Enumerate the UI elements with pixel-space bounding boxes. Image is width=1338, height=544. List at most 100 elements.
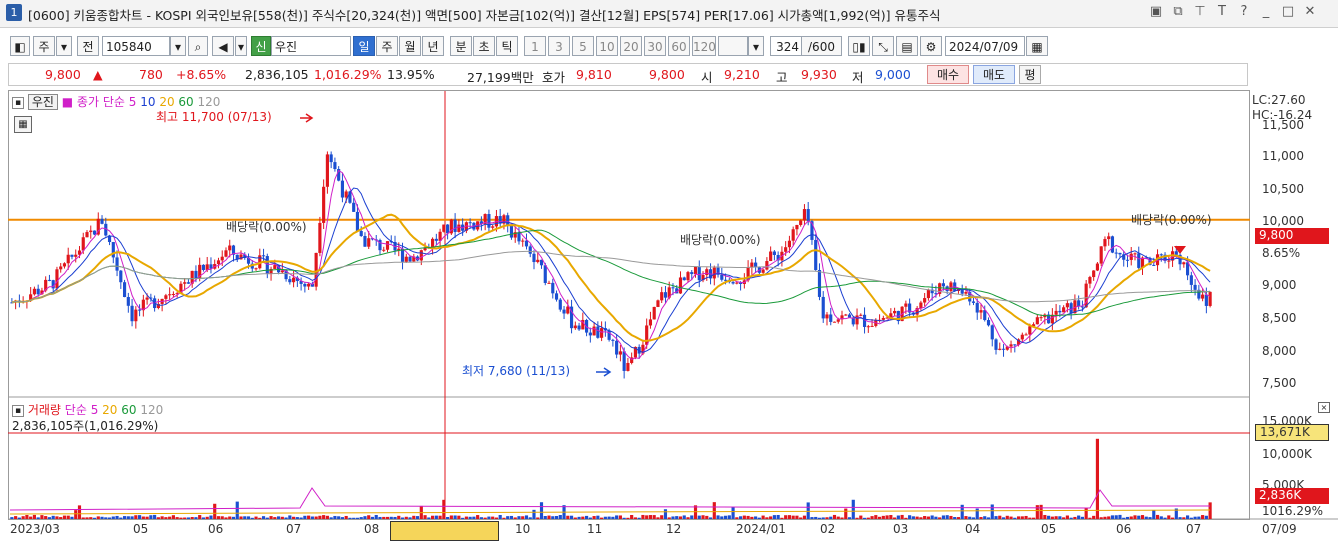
volume-bar xyxy=(1133,515,1137,519)
volume-bar xyxy=(1099,517,1103,519)
volume-bar xyxy=(352,517,356,519)
volume-collapse-icon[interactable]: ▪ xyxy=(12,404,24,417)
volume-bar xyxy=(36,517,40,519)
candle-body xyxy=(288,279,292,283)
candle-body xyxy=(517,232,521,242)
candle-body xyxy=(645,325,649,345)
volume-bar xyxy=(968,516,972,519)
chart-canvas[interactable] xyxy=(0,0,1338,544)
candle-body xyxy=(528,246,532,254)
candle-body xyxy=(164,295,168,299)
volume-bar xyxy=(600,517,604,519)
candle-body xyxy=(678,277,683,294)
volume-legend: ▪ 거래량 단순 5 20 60 120 xyxy=(12,401,163,418)
candle-body xyxy=(89,230,93,233)
ma60-label: 60 xyxy=(178,95,194,109)
candle-body xyxy=(855,315,859,325)
volume-bar xyxy=(810,517,814,519)
volume-bar xyxy=(1182,517,1186,519)
candle-body xyxy=(547,282,551,284)
candle-body xyxy=(1058,310,1062,313)
dividend-label-2: 배당락(0.00%) xyxy=(680,233,761,247)
volume-bar xyxy=(870,516,874,519)
candle-body xyxy=(66,254,70,264)
volume-bar xyxy=(588,517,592,519)
volume-bar xyxy=(239,516,243,519)
volume-bar xyxy=(201,517,206,519)
volume-bar xyxy=(712,502,716,519)
candle-body xyxy=(971,301,976,303)
volume-bar xyxy=(258,517,262,519)
volume-bar xyxy=(885,515,889,519)
volume-bar xyxy=(491,516,495,519)
volume-bar xyxy=(1080,516,1084,519)
table-view-icon[interactable]: ▦ xyxy=(14,116,32,133)
volume-bar xyxy=(77,505,82,519)
volume-bar xyxy=(1013,517,1017,519)
volume-bar xyxy=(389,516,393,519)
x-label-06b: 06 xyxy=(1116,522,1132,536)
collapse-icon[interactable]: ▪ xyxy=(12,96,24,109)
candle-body xyxy=(825,314,829,319)
x-label-05: 05 xyxy=(133,522,149,536)
candle-body xyxy=(994,339,998,350)
volume-bar xyxy=(423,515,427,519)
volume-bar xyxy=(690,515,694,519)
volume-bar xyxy=(1039,504,1043,519)
x-label-03: 03 xyxy=(893,522,909,536)
volume-bar xyxy=(333,515,337,519)
volume-bar xyxy=(153,514,157,519)
volume-bar xyxy=(941,515,946,519)
volume-bar xyxy=(92,517,97,519)
panel-close-icon[interactable]: × xyxy=(1318,402,1330,413)
candle-body xyxy=(941,283,946,287)
volume-bar xyxy=(539,502,544,519)
volume-bar xyxy=(85,517,89,519)
volume-bar xyxy=(337,516,341,519)
stock-tag: 우진 xyxy=(27,94,58,110)
volume-bar xyxy=(727,515,731,519)
volume-bar xyxy=(243,516,247,519)
volume-bar xyxy=(776,514,780,519)
volume-bar xyxy=(945,515,949,519)
volume-bar xyxy=(17,517,21,519)
candle-body xyxy=(802,209,807,221)
volume-bar xyxy=(175,517,179,519)
volume-bar xyxy=(618,515,622,519)
candle-body xyxy=(772,251,776,255)
candle-body xyxy=(183,282,187,284)
candle-body xyxy=(509,225,514,238)
candle-body xyxy=(723,279,728,281)
ma-marker-icon: ■ xyxy=(61,95,74,109)
volume-bar xyxy=(393,516,397,519)
candle-body xyxy=(1095,263,1100,271)
candle-body xyxy=(352,202,356,212)
current-price-tag: 9,800 xyxy=(1255,228,1329,244)
candle-body xyxy=(130,305,134,322)
volume-bar xyxy=(378,516,382,519)
y-tick-8000: 8,000 xyxy=(1262,344,1297,358)
volume-bar xyxy=(10,517,14,519)
volume-bar xyxy=(431,515,435,519)
candle-body xyxy=(100,218,104,224)
volume-bar xyxy=(990,504,994,519)
volume-bar xyxy=(663,509,668,519)
candle-body xyxy=(832,321,837,323)
candle-body xyxy=(998,348,1002,350)
volume-bar xyxy=(1020,516,1024,519)
volume-bar xyxy=(367,515,371,519)
volume-ma-title: 단순 xyxy=(64,403,87,417)
volume-bar xyxy=(521,516,525,519)
candle-body xyxy=(769,251,773,262)
volume-bar xyxy=(626,517,630,519)
volume-bar xyxy=(641,514,645,519)
candle-body xyxy=(1189,275,1193,285)
volume-bar xyxy=(859,515,863,519)
x-axis-scroll-thumb[interactable] xyxy=(390,521,499,541)
volume-bar xyxy=(1186,515,1190,519)
candle-body xyxy=(979,310,983,313)
candle-body xyxy=(1077,300,1081,307)
volume-bar xyxy=(814,516,818,519)
volume-bar xyxy=(164,517,168,519)
volume-bar xyxy=(671,516,675,519)
